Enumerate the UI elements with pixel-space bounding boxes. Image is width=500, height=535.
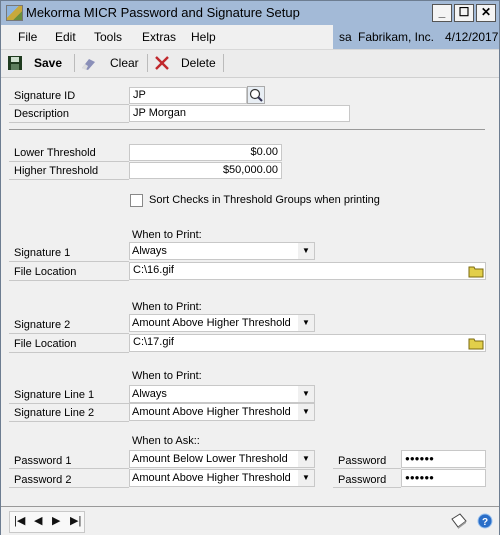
chevron-down-icon: ▼ — [298, 451, 314, 467]
menu-extras[interactable]: Extras — [142, 30, 176, 44]
last-record-button[interactable]: ▶| — [70, 514, 81, 527]
when-to-ask-label: When to Ask:: — [132, 435, 200, 447]
chevron-down-icon: ▼ — [298, 404, 314, 420]
close-button[interactable]: ✕ — [476, 4, 496, 22]
user-name: sa — [339, 30, 352, 44]
minimize-button[interactable]: _ — [432, 4, 452, 22]
menu-bar: File Edit Tools Extras Help sa Fabrikam,… — [1, 25, 499, 49]
password2-field-label: Password — [338, 474, 387, 486]
title-bar: Mekorma MICR Password and Signature Setu… — [1, 1, 499, 25]
password1-input[interactable]: ●●●●●● — [401, 450, 486, 468]
chevron-down-icon: ▼ — [298, 243, 314, 259]
maximize-button[interactable]: ☐ — [454, 4, 474, 22]
save-icon — [8, 56, 22, 70]
description-input[interactable]: JP Morgan — [129, 105, 350, 122]
signature-line1-dropdown[interactable]: Always ▼ — [129, 385, 315, 403]
file-location-label: File Location — [14, 266, 77, 278]
help-icon[interactable]: ? — [477, 513, 493, 529]
eraser-icon — [82, 59, 95, 70]
password1-field-label: Password — [338, 455, 387, 467]
toolbar: Save Clear Delete — [1, 49, 499, 78]
signature2-dropdown[interactable]: Amount Above Higher Threshold ▼ — [129, 314, 315, 332]
window: Mekorma MICR Password and Signature Setu… — [0, 0, 500, 535]
signature-id-input[interactable]: JP — [129, 87, 247, 104]
signature2-label: Signature 2 — [14, 319, 71, 331]
sort-checks-label: Sort Checks in Threshold Groups when pri… — [149, 194, 380, 206]
signature-line2-dropdown[interactable]: Amount Above Higher Threshold ▼ — [129, 403, 315, 421]
password1-dropdown[interactable]: Amount Below Lower Threshold ▼ — [129, 450, 315, 468]
signature1-dropdown[interactable]: Always ▼ — [129, 242, 315, 260]
magnifier-icon — [249, 88, 263, 102]
menu-file[interactable]: File — [18, 30, 37, 44]
signature1-label: Signature 1 — [14, 247, 71, 259]
menu-help[interactable]: Help — [191, 30, 216, 44]
lower-threshold-input[interactable]: $0.00 — [129, 144, 282, 161]
chevron-down-icon: ▼ — [298, 470, 314, 486]
window-title: Mekorma MICR Password and Signature Setu… — [26, 5, 300, 20]
signature-line1-label: Signature Line 1 — [14, 389, 95, 401]
chevron-down-icon: ▼ — [298, 315, 314, 331]
when-to-print-label: When to Print: — [132, 301, 202, 313]
description-label: Description — [14, 108, 70, 120]
higher-threshold-label: Higher Threshold — [14, 165, 99, 177]
company-name: Fabrikam, Inc. — [358, 30, 435, 44]
signature-line2-label: Signature Line 2 — [14, 407, 95, 419]
svg-text:?: ? — [482, 517, 488, 528]
when-to-print-label: When to Print: — [132, 370, 202, 382]
folder-icon[interactable] — [468, 336, 484, 350]
save-button[interactable]: Save — [7, 54, 67, 72]
user-date: 4/12/2017 — [445, 30, 499, 44]
lower-threshold-label: Lower Threshold — [14, 147, 96, 159]
next-record-button[interactable]: ▶ — [52, 514, 60, 527]
toolbar-separator — [223, 54, 224, 72]
user-info-panel: sa Fabrikam, Inc. 4/12/2017 — [333, 25, 499, 49]
chevron-down-icon: ▼ — [298, 386, 314, 402]
password2-dropdown[interactable]: Amount Above Higher Threshold ▼ — [129, 469, 315, 487]
password2-label: Password 2 — [14, 474, 72, 486]
clear-button[interactable]: Clear — [80, 54, 140, 72]
app-icon — [6, 5, 23, 21]
first-record-button[interactable]: |◀ — [14, 514, 25, 527]
previous-record-button[interactable]: ◀ — [34, 514, 42, 527]
toolbar-separator — [147, 54, 148, 72]
password2-input[interactable]: ●●●●●● — [401, 469, 486, 487]
signature-id-label: Signature ID — [14, 90, 76, 102]
sort-checks-checkbox[interactable] — [130, 194, 143, 207]
menu-tools[interactable]: Tools — [94, 30, 122, 44]
divider — [9, 129, 485, 130]
lookup-button[interactable] — [247, 86, 265, 104]
file-location-label: File Location — [14, 338, 77, 350]
status-bar: |◀ ◀ ▶ ▶| ? — [1, 506, 499, 535]
higher-threshold-input[interactable]: $50,000.00 — [129, 162, 282, 179]
folder-icon[interactable] — [468, 264, 484, 278]
signature1-file-input[interactable]: C:\16.gif — [129, 262, 486, 280]
when-to-print-label: When to Print: — [132, 229, 202, 241]
menu-edit[interactable]: Edit — [55, 30, 76, 44]
delete-button[interactable]: Delete — [153, 54, 219, 72]
note-icon[interactable] — [450, 513, 468, 529]
record-navigation: |◀ ◀ ▶ ▶| — [9, 511, 85, 533]
toolbar-separator — [74, 54, 75, 72]
signature2-file-input[interactable]: C:\17.gif — [129, 334, 486, 352]
delete-x-icon — [155, 56, 169, 70]
password1-label: Password 1 — [14, 455, 72, 467]
